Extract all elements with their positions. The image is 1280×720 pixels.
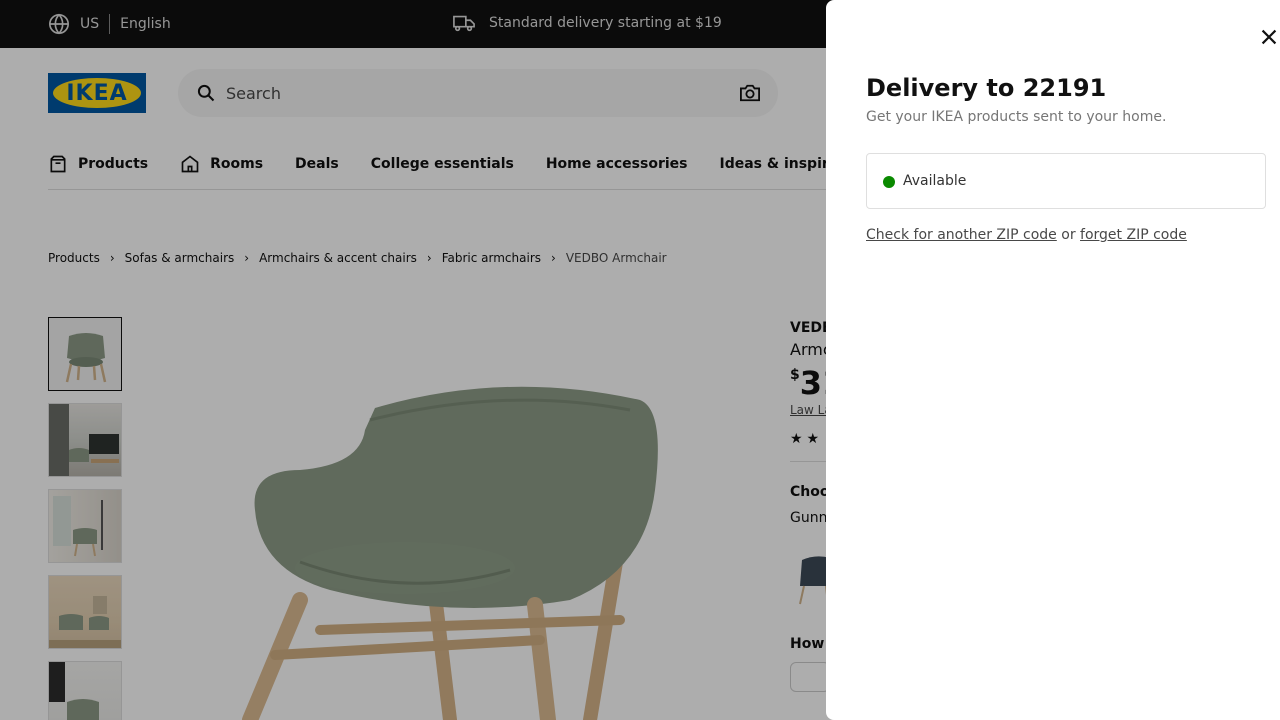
links-separator: or (1061, 227, 1081, 243)
check-another-zip-link[interactable]: Check for another ZIP code (866, 227, 1057, 243)
panel-subtitle: Get your IKEA products sent to your home… (866, 109, 1167, 125)
close-icon[interactable] (1258, 26, 1280, 48)
status-dot-icon (883, 176, 895, 188)
status-text: Available (903, 173, 967, 189)
forget-zip-link[interactable]: forget ZIP code (1080, 227, 1187, 243)
zip-links: Check for another ZIP code or forget ZIP… (866, 227, 1187, 243)
panel-title: Delivery to 22191 (866, 74, 1107, 102)
delivery-panel: Delivery to 22191 Get your IKEA products… (826, 0, 1280, 720)
availability-status: Available (866, 153, 1266, 209)
